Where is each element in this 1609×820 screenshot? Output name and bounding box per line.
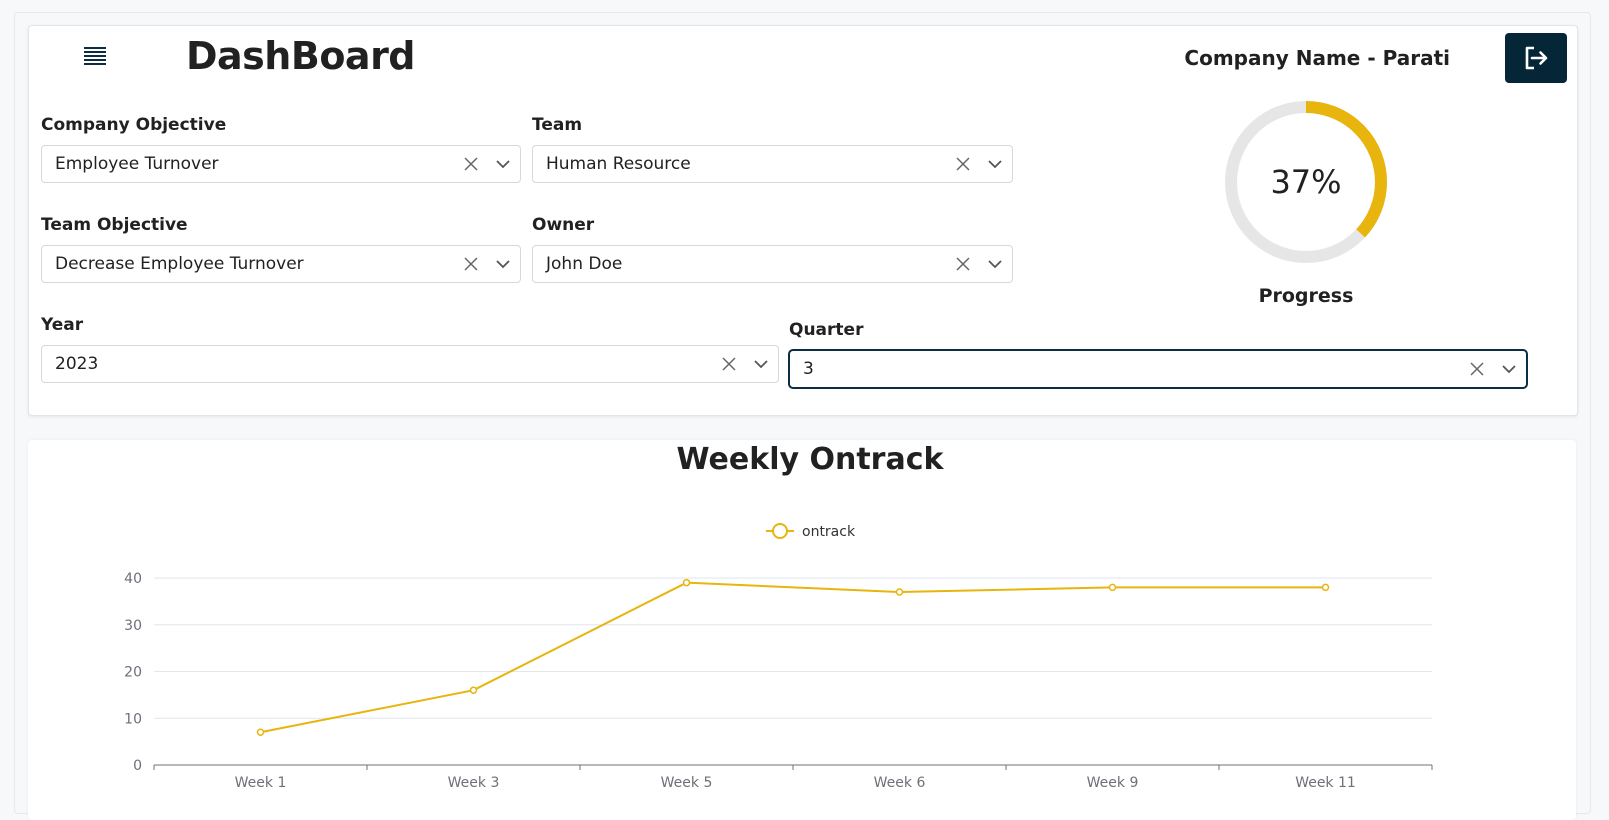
series-line-ontrack [260,581,1326,734]
quarter-value: 3 [803,359,814,379]
company-objective-value: Employee Turnover [55,154,219,174]
x-tick-label: Week 5 [661,775,713,791]
logout-icon [1525,46,1548,70]
menu-icon[interactable] [84,47,106,69]
owner-label: Owner [532,215,595,235]
y-tick-label: 0 [133,758,142,774]
x-tick-label: Week 9 [1087,775,1139,791]
progress-gauge: 37% [1222,98,1390,266]
legend-label: ontrack [802,524,856,540]
y-tick-label: 30 [124,618,142,634]
data-point [682,578,691,587]
x-tick-label: Week 3 [448,775,500,791]
year-select[interactable]: 2023 [41,345,779,383]
logout-button[interactable] [1505,33,1567,83]
year-label: Year [41,315,84,335]
progress-value: 37% [1270,163,1342,201]
quarter-label: Quarter [789,320,864,340]
owner-select[interactable]: John Doe [532,245,1013,283]
y-tick-label: 20 [124,665,142,681]
x-tick-label: Week 1 [235,775,287,791]
team-value: Human Resource [546,154,691,174]
chevron-down-icon[interactable] [486,146,520,182]
data-point [895,588,904,596]
close-icon[interactable] [714,346,744,382]
chevron-down-icon[interactable] [744,346,778,382]
quarter-select[interactable]: 3 [789,350,1527,388]
close-icon[interactable] [948,146,978,182]
company-name: Company Name - Parati [1184,46,1450,70]
y-tick-label: 10 [124,711,142,727]
progress-label: Progress [1258,285,1354,307]
close-icon[interactable] [456,146,486,182]
year-value: 2023 [55,354,99,374]
owner-value: John Doe [546,254,623,274]
team-objective-label: Team Objective [41,215,188,235]
close-icon[interactable] [456,246,486,282]
page-title: DashBoard [186,34,416,78]
close-icon[interactable] [948,246,978,282]
chart-title: Weekly Ontrack [676,442,944,477]
data-point [256,728,265,737]
data-point [1321,583,1330,592]
chevron-down-icon[interactable] [978,146,1012,182]
chevron-down-icon[interactable] [486,246,520,282]
data-point [469,686,478,694]
legend-marker [772,523,788,539]
team-objective-value: Decrease Employee Turnover [55,254,304,274]
team-select[interactable]: Human Resource [532,145,1013,183]
chevron-down-icon[interactable] [978,246,1012,282]
x-tick-label: Week 11 [1295,775,1356,791]
company-objective-label: Company Objective [41,115,227,135]
y-tick-label: 40 [124,571,142,587]
x-tick-label: Week 6 [874,775,926,791]
chevron-down-icon[interactable] [1492,351,1526,387]
company-objective-select[interactable]: Employee Turnover [41,145,521,183]
data-point [1108,583,1117,592]
close-icon[interactable] [1462,351,1492,387]
weekly-ontrack-chart: 0 10 20 30 40 Week 1 Week 3 Week 5 Week 6 Week 9 W… [124,523,1433,791]
team-label: Team [532,115,583,135]
team-objective-select[interactable]: Decrease Employee Turnover [41,245,521,283]
